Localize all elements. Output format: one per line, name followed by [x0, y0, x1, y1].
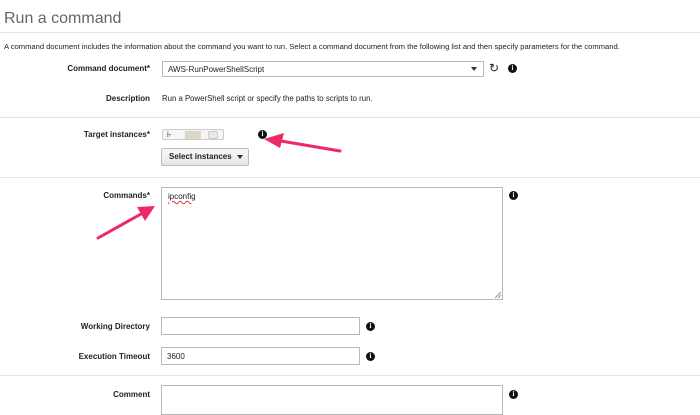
instance-id-prefix: i- [167, 130, 172, 139]
info-icon[interactable]: i [258, 130, 267, 139]
working-directory-input[interactable] [161, 317, 360, 335]
selected-instance-chip [185, 131, 201, 139]
commands-textarea[interactable]: ipconfig [161, 187, 503, 300]
section-divider [0, 177, 700, 178]
comment-textarea[interactable] [161, 385, 503, 415]
select-instances-label: Select instances [169, 152, 232, 161]
commands-value: ipconfig [168, 192, 196, 201]
command-document-select[interactable]: AWS-RunPowerShellScript [162, 61, 484, 77]
annotation-arrow [96, 206, 155, 240]
execution-timeout-input[interactable]: 3600 [161, 347, 360, 365]
toggle-knob[interactable] [208, 131, 218, 139]
annotation-arrow [264, 133, 342, 153]
target-instances-label: Target instances* [83, 130, 150, 139]
refresh-icon[interactable]: ↻ [489, 62, 499, 74]
info-icon[interactable]: i [509, 390, 518, 399]
info-icon[interactable]: i [366, 352, 375, 361]
intro-text: A command document includes the informat… [4, 42, 620, 51]
working-directory-label: Working Directory [80, 322, 150, 331]
target-instances-selector[interactable]: i- [162, 129, 224, 140]
resize-handle-icon[interactable] [495, 292, 501, 298]
select-instances-button[interactable]: Select instances [161, 148, 249, 166]
commands-label: Commands* [103, 191, 150, 200]
section-divider [0, 375, 700, 376]
info-icon[interactable]: i [366, 322, 375, 331]
command-document-label: Command document* [67, 64, 150, 73]
description-label: Description [105, 94, 150, 103]
info-icon[interactable]: i [508, 64, 517, 73]
chevron-down-icon [471, 67, 477, 71]
description-text: Run a PowerShell script or specify the p… [162, 94, 373, 103]
title-divider [0, 32, 700, 33]
chevron-down-icon [236, 154, 243, 159]
execution-timeout-label: Execution Timeout [78, 352, 150, 361]
command-document-value: AWS-RunPowerShellScript [168, 65, 265, 74]
info-icon[interactable]: i [509, 191, 518, 200]
page-title: Run a command [4, 10, 122, 27]
section-divider [0, 117, 700, 118]
comment-label: Comment [113, 390, 150, 399]
